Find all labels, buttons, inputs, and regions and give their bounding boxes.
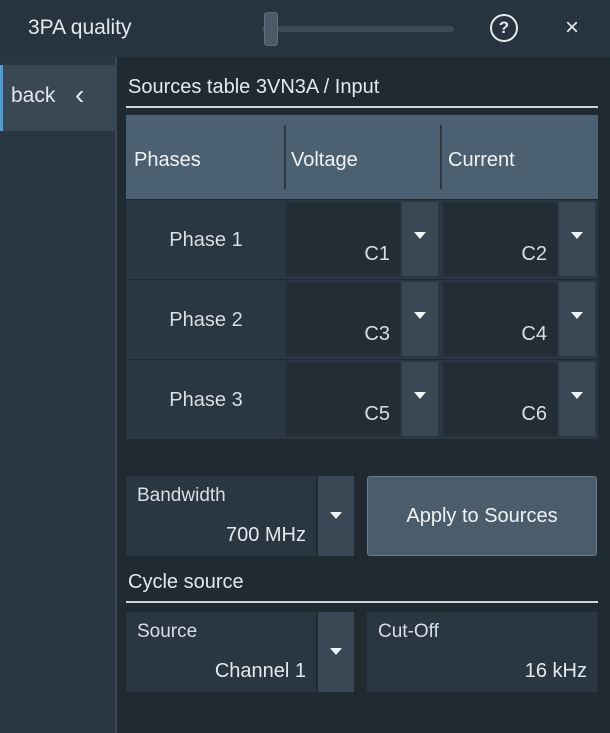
phase-label: Phase 3 xyxy=(169,388,243,411)
column-header-phases: Phases xyxy=(134,149,201,171)
current-dropdown-button[interactable] xyxy=(559,282,595,356)
help-icon[interactable]: ? xyxy=(490,14,518,42)
window-title: 3PA quality xyxy=(28,16,132,39)
current-dropdown-button[interactable] xyxy=(559,202,595,276)
triangle-down-icon xyxy=(571,392,583,399)
table-row: Phase 2 C3 C4 xyxy=(126,280,598,360)
current-value: C6 xyxy=(521,403,547,425)
voltage-value: C3 xyxy=(364,323,390,345)
cutoff-label: Cut-Off xyxy=(378,621,439,642)
bandwidth-field[interactable]: Bandwidth 700 MHz xyxy=(126,476,316,556)
column-divider xyxy=(284,125,286,189)
bandwidth-dropdown-button[interactable] xyxy=(318,476,354,556)
current-value: C2 xyxy=(521,243,547,265)
cutoff-field[interactable]: Cut-Off 16 kHz xyxy=(367,612,597,692)
triangle-down-icon xyxy=(571,312,583,319)
sources-table-header: Phases Voltage Current xyxy=(126,115,598,199)
sources-section-divider xyxy=(126,106,598,108)
triangle-down-icon xyxy=(330,512,342,519)
current-select[interactable]: C2 xyxy=(443,202,557,276)
transparency-slider-track[interactable] xyxy=(262,26,454,32)
bandwidth-value: 700 MHz xyxy=(225,524,306,546)
source-dropdown-button[interactable] xyxy=(318,612,354,692)
cycle-source-section-title: Cycle source xyxy=(128,571,244,593)
column-divider xyxy=(440,125,442,189)
title-bar: 3PA quality ? × xyxy=(0,0,610,57)
triangle-down-icon xyxy=(414,312,426,319)
triangle-down-icon xyxy=(571,232,583,239)
bandwidth-label: Bandwidth xyxy=(137,485,226,506)
cutoff-value: 16 kHz xyxy=(524,660,587,682)
apply-to-sources-button[interactable]: Apply to Sources xyxy=(367,476,597,556)
voltage-dropdown-button[interactable] xyxy=(402,362,438,436)
back-label: back xyxy=(11,84,56,107)
triangle-down-icon xyxy=(414,232,426,239)
source-field[interactable]: Source Channel 1 xyxy=(126,612,316,692)
source-value: Channel 1 xyxy=(214,660,306,682)
cycle-source-section-divider xyxy=(126,601,598,603)
back-button[interactable]: back ‹ xyxy=(0,65,117,131)
column-header-current: Current xyxy=(448,149,515,171)
voltage-select[interactable]: C3 xyxy=(286,282,400,356)
triangle-down-icon xyxy=(414,392,426,399)
triangle-down-icon xyxy=(330,648,342,655)
sources-section-title: Sources table 3VN3A / Input xyxy=(128,76,380,98)
current-select[interactable]: C4 xyxy=(443,282,557,356)
close-icon[interactable]: × xyxy=(558,14,586,42)
voltage-select[interactable]: C1 xyxy=(286,202,400,276)
transparency-slider-handle[interactable] xyxy=(264,12,278,46)
current-select[interactable]: C6 xyxy=(443,362,557,436)
current-dropdown-button[interactable] xyxy=(559,362,595,436)
source-label: Source xyxy=(137,621,198,642)
table-row: Phase 3 C5 C6 xyxy=(126,360,598,440)
table-row: Phase 1 C1 C2 xyxy=(126,200,598,280)
current-value: C4 xyxy=(521,323,547,345)
phase-label: Phase 2 xyxy=(169,308,243,331)
voltage-value: C1 xyxy=(364,243,390,265)
voltage-value: C5 xyxy=(364,403,390,425)
sidebar: back ‹ xyxy=(0,57,117,733)
column-header-voltage: Voltage xyxy=(291,149,358,171)
chevron-left-icon: ‹ xyxy=(75,79,85,110)
voltage-dropdown-button[interactable] xyxy=(402,202,438,276)
voltage-select[interactable]: C5 xyxy=(286,362,400,436)
voltage-dropdown-button[interactable] xyxy=(402,282,438,356)
phase-label: Phase 1 xyxy=(169,228,243,251)
